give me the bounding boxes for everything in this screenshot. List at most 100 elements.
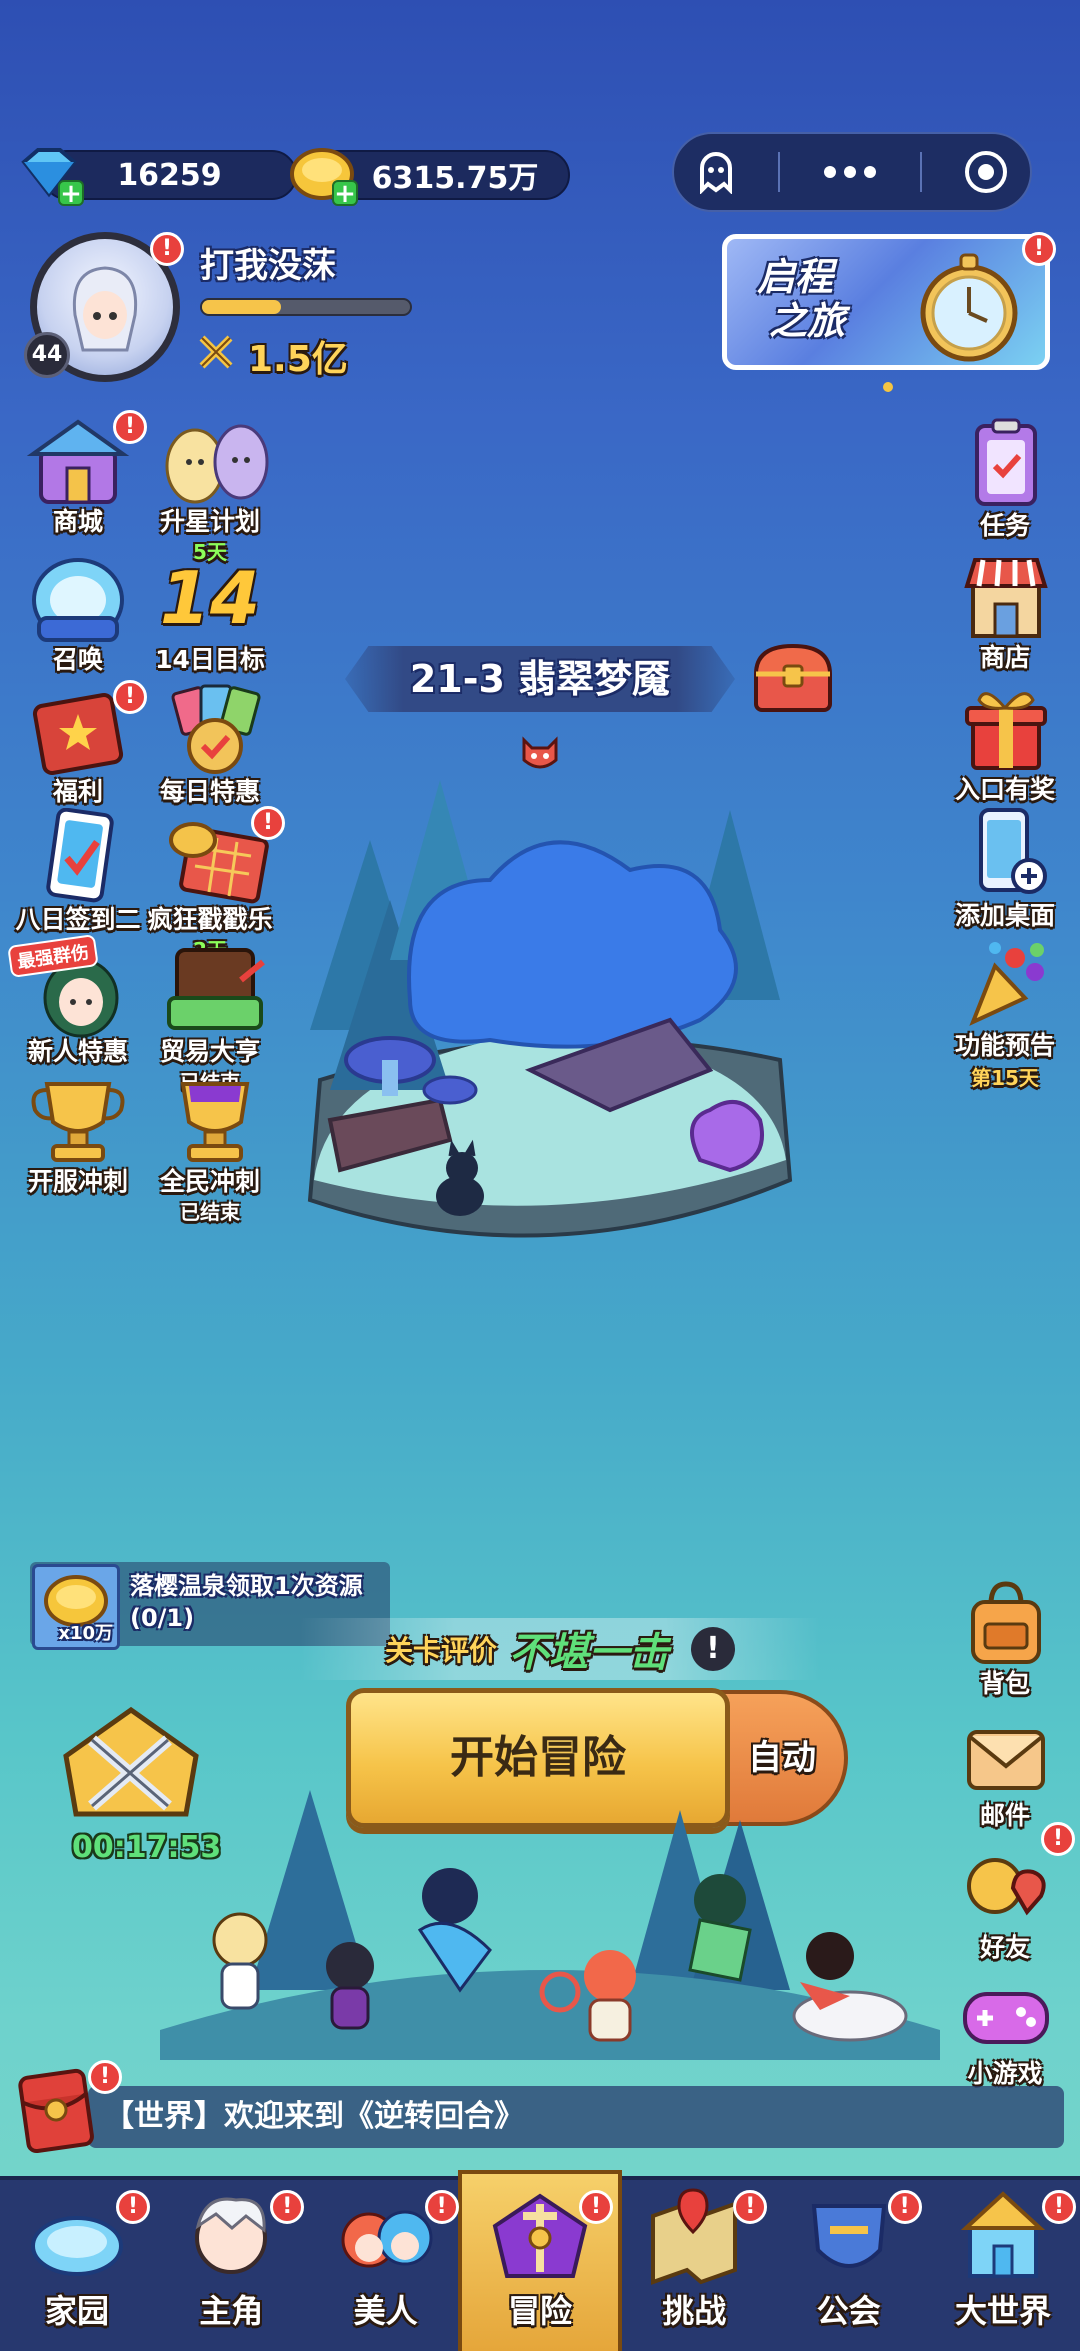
tab-label: 美人 <box>353 2292 418 2330</box>
rating-value: 不堪一击 <box>509 1630 669 1676</box>
avatar-badge: ! <box>150 232 184 266</box>
party-popper-icon <box>969 942 1044 1026</box>
menu-tasks[interactable]: 任务 <box>940 416 1070 542</box>
summon-portal-icon <box>32 558 124 642</box>
close-target-icon[interactable] <box>962 148 1010 196</box>
tab-challenge[interactable]: ! 挑战 <box>617 2176 771 2336</box>
more-icon[interactable] <box>820 162 880 182</box>
menu-friends[interactable]: ! 好友 <box>940 1822 1075 1964</box>
stage-island-illustration[interactable] <box>290 760 810 1300</box>
add-gold-icon[interactable]: + <box>332 180 358 207</box>
tab-row: ! 家园 ! 主角 ! 美人 ! 冒险 ! 挑战 ! 公会 ! 大世界 <box>0 2176 1080 2336</box>
tab-label: 家园 <box>44 2292 109 2330</box>
exp-bar <box>200 298 412 316</box>
tab-big-world[interactable]: ! 大世界 <box>926 2176 1080 2336</box>
hero-1 <box>212 1912 268 2010</box>
stage-title-ribbon: 21-3 翡翠梦魇 <box>345 646 735 712</box>
menu-mail[interactable]: 邮件 <box>940 1706 1070 1832</box>
phone-add-icon <box>979 808 1047 894</box>
banner-page-dot <box>883 382 893 392</box>
gold-counter[interactable]: 6315.75万 + <box>290 148 570 207</box>
adventure-emblem-icon <box>492 2193 588 2278</box>
tab-protagonist[interactable]: ! 主角 <box>154 2176 308 2336</box>
storefront-icon <box>964 558 1048 638</box>
player-avatar[interactable]: 44 ! <box>24 232 184 382</box>
event-banner[interactable]: 启程 之旅 <box>722 234 1050 370</box>
menu-entry-reward[interactable]: 入口有奖 <box>940 680 1070 806</box>
mail-icon <box>967 1730 1045 1790</box>
gamepad-icon <box>963 1992 1049 2044</box>
menu-sub: 第15天 <box>971 1066 1039 1090</box>
stage-title: 21-3 翡翠梦魇 <box>409 657 671 701</box>
rating-label: 关卡评价 <box>384 1634 497 1667</box>
ghost-icon[interactable] <box>694 150 738 194</box>
event-banner-line2: 之旅 <box>769 299 846 343</box>
tab-badge: ! <box>733 2190 768 2224</box>
chat-bar[interactable]: 【世界】欢迎来到《逆转回合》 <box>88 2086 1064 2148</box>
quest-reward-box: x10万 <box>32 1564 120 1650</box>
character-portrait-icon <box>72 266 138 352</box>
crazy-poke-badge: ! <box>251 806 285 840</box>
backpack-icon <box>971 1581 1041 1664</box>
pocket-watch-icon <box>920 253 1018 362</box>
gem-counter[interactable]: 16259 + <box>20 148 297 207</box>
guild-shield-icon <box>811 2204 886 2268</box>
tab-label: 冒险 <box>507 2292 572 2330</box>
gold-coin-icon <box>44 1575 108 1627</box>
menu-14day-goal[interactable]: 14 14日目标 <box>130 548 290 676</box>
tab-label: 挑战 <box>662 2292 727 2330</box>
red-envelope-badge: ! <box>88 2060 122 2094</box>
tab-badge: ! <box>887 2190 922 2224</box>
player-level: 44 <box>24 332 70 378</box>
menu-feature-preview[interactable]: 功能预告 第15天 <box>940 936 1070 1091</box>
gold-value: 6315.75万 <box>371 161 539 196</box>
gift-box-icon <box>965 692 1047 770</box>
menu-star-plan[interactable]: 升星计划 5天 <box>130 410 290 565</box>
friends-icon <box>967 1858 1046 1916</box>
event-banner-badge: ! <box>1022 232 1056 266</box>
hero-lineup-illustration <box>160 1790 940 2060</box>
tab-label: 大世界 <box>954 2292 1051 2330</box>
gold-trophy-icon <box>31 1082 125 1162</box>
gem-value: 16259 <box>117 157 222 193</box>
menu-all-sprint[interactable]: 全民冲刺 已结束 <box>130 1070 290 1225</box>
castle-icon <box>960 2191 1046 2278</box>
combat-power: 1.5亿 <box>248 339 348 380</box>
treasure-chest-icon[interactable] <box>748 640 838 716</box>
add-gems-icon[interactable]: + <box>58 180 84 207</box>
tab-badge: ! <box>270 2190 305 2224</box>
tab-guild[interactable]: ! 公会 <box>772 2176 926 2336</box>
tab-home[interactable]: ! 家园 <box>0 2176 154 2336</box>
menu-backpack[interactable]: 背包 <box>940 1574 1070 1700</box>
heroes-portrait-icon <box>165 424 269 504</box>
chat-message: 欢迎来到《逆转回合》 <box>224 2099 524 2134</box>
miniprogram-capsule <box>672 132 1032 212</box>
beauties-icon <box>341 2210 433 2268</box>
menu-store[interactable]: 商店 <box>940 548 1070 674</box>
fourteen-icon: 14 <box>159 556 261 640</box>
friends-badge: ! <box>1041 1822 1075 1856</box>
event-banner-line1: 启程 <box>757 255 834 299</box>
signin-card-icon <box>46 807 114 903</box>
player-name: 打我没莯 <box>200 246 336 286</box>
purple-trophy-icon <box>180 1082 250 1162</box>
tab-badge: ! <box>116 2190 150 2224</box>
menu-daily-deal[interactable]: 每日特惠 <box>130 680 290 808</box>
cards-check-icon <box>171 684 261 774</box>
crossed-swords-icon <box>199 335 233 369</box>
stage-rating: 关卡评价 不堪一击 ! <box>300 1618 820 1680</box>
quest-reward-amount: x10万 <box>58 1623 113 1644</box>
money-chest-icon <box>167 948 265 1030</box>
menu-minigames[interactable]: 小游戏 <box>940 1964 1070 2090</box>
menu-sub: 已结束 <box>180 1200 240 1224</box>
clipboard-icon <box>975 418 1037 506</box>
rating-info-icon[interactable]: ! <box>691 1627 735 1671</box>
tab-badge: ! <box>1041 2190 1076 2224</box>
tab-badge: ! <box>424 2190 459 2224</box>
tab-label: 主角 <box>199 2292 264 2330</box>
tab-adventure[interactable]: ! 冒险 <box>463 2176 617 2336</box>
menu-add-desktop[interactable]: 添加桌面 <box>940 806 1070 932</box>
hot-spring-icon <box>31 2216 123 2276</box>
tab-beauty[interactable]: ! 美人 <box>309 2176 463 2336</box>
chat-channel: 【世界】 <box>104 2099 224 2134</box>
